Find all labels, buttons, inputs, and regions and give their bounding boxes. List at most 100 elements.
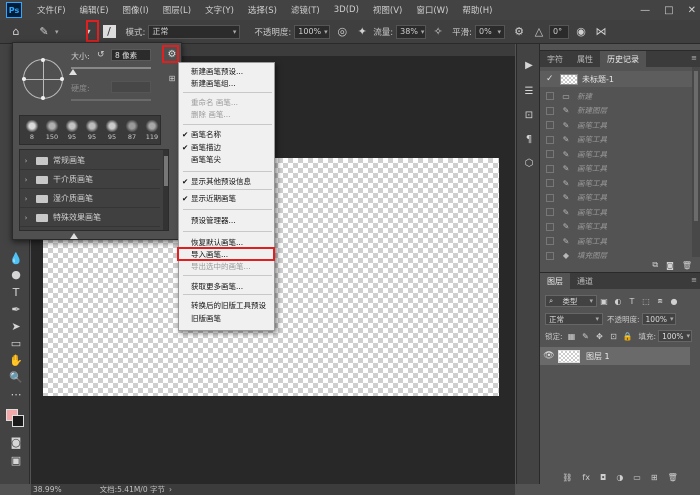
fill-field[interactable]: 100% ▾ [658,330,693,342]
history-state[interactable]: ✎ 画笔工具 [540,162,692,176]
opacity-field[interactable]: 100% ▾ [294,24,331,39]
lock-position-icon[interactable]: ✥ [595,331,605,341]
menu-item[interactable]: ✔ 显示近期画笔 [179,194,274,204]
history-snapshot[interactable]: ✓ 未标题-1 [540,71,692,87]
tab-character[interactable]: 字符 [540,51,570,67]
rectangle-tool-icon[interactable]: ▭ [8,335,24,351]
menu-item[interactable]: ✔ 显示其他预设信息 [179,177,274,187]
lock-artboard-icon[interactable]: ⊡ [609,331,619,341]
menu-item[interactable]: 恢复默认画笔... [179,238,274,248]
adjustments-icon[interactable]: ☰ [522,84,536,98]
new-group-icon[interactable]: ▭ [633,473,641,482]
trash-icon[interactable]: 🗑 [682,261,692,270]
filter-type-icon[interactable]: T [627,296,637,306]
recent-brush[interactable]: 95 [62,116,82,144]
tab-history[interactable]: 历史记录 [600,51,646,67]
paths-icon[interactable]: ⊡ [522,108,536,122]
tab-channels[interactable]: 通道 [570,273,600,289]
history-brush-source-checkbox[interactable] [546,237,554,245]
quick-mask-icon[interactable]: ◙ [8,434,24,450]
panel-menu-icon[interactable]: ≡ [691,276,697,284]
menu-item[interactable]: ✔ 画笔名称 [179,130,274,140]
menu-item[interactable]: 旧版画笔 [179,314,274,324]
folder-scrollbar[interactable] [163,150,168,230]
menu-help[interactable]: 帮助(H) [455,4,499,16]
size-slider-thumb[interactable] [69,69,77,75]
handle-dot[interactable] [41,58,45,62]
menu-item[interactable]: 画笔笔尖 [179,155,274,165]
menu-item[interactable]: 导入画笔... [179,250,274,260]
history-state[interactable]: ✎ 画笔工具 [540,176,692,190]
maximize-icon[interactable]: □ [664,5,673,16]
size-field[interactable]: 8 像素 [111,49,151,61]
history-brush-source-checkbox[interactable] [546,150,554,158]
filter-smart-object-icon[interactable]: ⧈ [655,296,665,306]
menu-item[interactable]: ✔ 画笔描边 [179,143,274,153]
menu-item[interactable]: 转换后的旧版工具预设 [179,301,274,311]
history-brush-source-checkbox[interactable] [546,164,554,173]
angle-field[interactable]: 0° [549,24,570,39]
airbrush-toggle-icon[interactable]: ✧ [430,24,446,40]
new-layer-icon[interactable]: ⊞ [651,473,658,482]
pressure-opacity-icon[interactable]: ◎ [334,24,350,40]
scrollbar-thumb[interactable] [694,71,698,221]
recent-brush[interactable]: 87 [122,116,142,144]
hardness-field[interactable] [111,81,151,93]
pen-tool-icon[interactable]: ✒ [8,301,24,317]
layer-filter-select[interactable]: ⌕ 类型 ▾ [545,295,597,307]
history-brush-source-checkbox[interactable] [546,193,554,202]
play-actions-icon[interactable]: ▶ [522,58,536,72]
folder-row[interactable]: › 常规画笔 [20,152,160,170]
dodge-tool-icon[interactable]: ● [8,266,24,282]
history-brush-source-checkbox[interactable] [546,135,554,144]
history-state[interactable]: ✎ 画笔工具 [540,191,692,205]
tab-properties[interactable]: 属性 [570,51,600,67]
history-brush-source-checkbox[interactable] [546,106,554,115]
menu-layer[interactable]: 图层(L) [156,4,198,16]
link-layers-icon[interactable]: ⛓ [562,473,572,482]
history-scrollbar[interactable] [692,67,700,257]
filter-adjustment-icon[interactable]: ◐ [613,296,623,306]
type-tool-icon[interactable]: T [8,284,24,300]
new-document-from-state-icon[interactable]: ⧉ [652,260,658,270]
menu-select[interactable]: 选择(S) [241,4,284,16]
lock-all-icon[interactable]: 🔒 [623,331,633,341]
layer-row[interactable]: 👁 图层 1 [540,347,690,365]
filter-shape-icon[interactable]: ⬚ [641,296,651,306]
smoothing-options-gear-icon[interactable]: ⚙ [511,24,527,40]
preview-size-slider-thumb[interactable] [70,233,78,239]
history-brush-source-checkbox[interactable] [546,121,554,129]
menu-item[interactable]: 新建画笔预设... [179,67,274,77]
tab-layers[interactable]: 图层 [540,273,570,289]
reset-size-icon[interactable]: ↺ [97,50,105,60]
add-mask-icon[interactable]: ◘ [600,473,606,482]
smooth-field[interactable]: 0% ▾ [475,24,506,39]
layer-opacity-field[interactable]: 100% ▾ [641,313,676,325]
visibility-eye-icon[interactable]: 👁 [540,351,558,361]
brush-tool-icon[interactable]: ✎ [36,24,52,40]
airbrush-icon[interactable]: ✦ [354,24,370,40]
menu-filter[interactable]: 滤镜(T) [284,4,327,16]
trash-icon[interactable]: 🗑 [668,473,678,482]
menu-item[interactable]: 新建画笔组... [179,79,274,89]
filter-toggle-icon[interactable]: ● [669,296,679,306]
handle-dot[interactable] [22,77,26,81]
brush-angle-roundness-control[interactable] [22,58,64,100]
mode-select[interactable]: 正常 ▾ [148,24,241,39]
hand-tool-icon[interactable]: ✋ [8,352,24,368]
scrollbar-thumb[interactable] [164,156,168,186]
menu-item[interactable]: 预设管理器... [179,216,274,226]
screen-mode-icon[interactable]: ▣ [8,452,24,468]
background-color-swatch[interactable] [12,415,24,427]
history-state[interactable]: ✎ 画笔工具 [540,234,692,248]
folder-row[interactable]: › 湿介质画笔 [20,190,160,208]
history-state[interactable]: ▭ 新建 [540,89,692,103]
brush-picker-gear-icon[interactable]: ⚙ [165,47,179,61]
history-brush-source-checkbox[interactable] [546,179,554,187]
path-selection-tool-icon[interactable]: ➤ [8,318,24,334]
handle-dot[interactable] [41,96,45,100]
create-preset-icon[interactable]: ⊞ [167,73,177,83]
flow-field[interactable]: 38% ▾ [396,24,427,39]
lock-transparent-icon[interactable]: ▦ [567,331,577,341]
history-brush-source-checkbox[interactable] [546,208,554,216]
